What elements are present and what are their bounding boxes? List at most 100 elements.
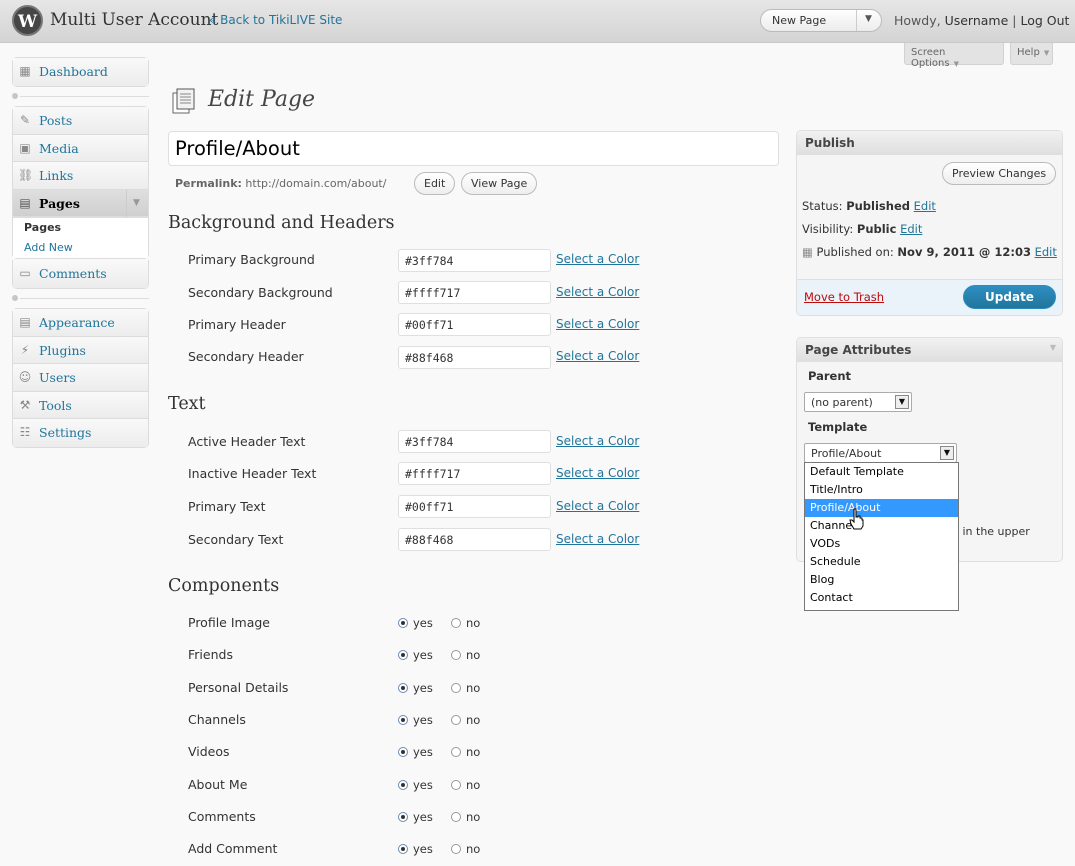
sidebar-item-posts[interactable]: ✎ Posts [13,107,148,135]
select-color-link[interactable]: Select a Color [556,466,639,480]
new-page-button[interactable]: New Page ▼ [760,9,882,32]
chevron-down-icon: ▼ [895,395,909,409]
yes-label[interactable]: yes [413,745,433,759]
color-input[interactable]: #00ff71 [398,313,551,336]
no-label[interactable]: no [466,778,480,792]
plugins-icon: ⚡ [20,342,30,357]
select-color-link[interactable]: Select a Color [556,499,639,513]
template-option[interactable]: Title/Intro [805,481,958,499]
yes-label[interactable]: yes [413,713,433,727]
yes-label[interactable]: yes [413,810,433,824]
help-button[interactable]: Help ▼ [1010,43,1053,65]
no-radio[interactable] [451,683,461,693]
template-option[interactable]: Contact [805,589,958,607]
color-input[interactable]: #88f468 [398,346,551,369]
no-label[interactable]: no [466,713,480,727]
sidebar-item-comments[interactable]: ▭ Comments [13,260,148,288]
yes-label[interactable]: yes [413,842,433,856]
no-radio[interactable] [451,844,461,854]
template-option[interactable]: Schedule [805,553,958,571]
sidebar-item-media[interactable]: ▣ Media [13,134,148,162]
no-radio[interactable] [451,747,461,757]
sidebar-item-pages[interactable]: ▤ Pages ▼ [13,189,148,217]
color-input[interactable]: #3ff784 [398,430,551,453]
sidebar-item-plugins[interactable]: ⚡ Plugins [13,336,148,364]
yes-label[interactable]: yes [413,681,433,695]
help-text: p in the upper [952,525,1030,538]
field-label: Secondary Header [188,349,304,364]
template-option[interactable]: Blog [805,571,958,589]
view-page-button[interactable]: View Page [461,172,538,195]
edit-date-link[interactable]: Edit [1035,245,1057,259]
template-select[interactable]: Profile/About ▼ [804,443,957,463]
select-color-link[interactable]: Select a Color [556,285,639,299]
yes-label[interactable]: yes [413,616,433,630]
no-radio[interactable] [451,618,461,628]
logout-link[interactable]: Log Out [1020,13,1069,28]
no-label[interactable]: no [466,810,480,824]
no-radio[interactable] [451,812,461,822]
edit-status-link[interactable]: Edit [914,199,936,213]
template-option[interactable]: Channels [805,517,958,535]
no-label[interactable]: no [466,681,480,695]
yes-radio[interactable] [398,780,408,790]
preview-changes-button[interactable]: Preview Changes [942,162,1057,185]
color-input[interactable]: #ffff717 [398,281,551,304]
no-radio[interactable] [451,780,461,790]
yes-radio[interactable] [398,650,408,660]
edit-visibility-link[interactable]: Edit [900,222,922,236]
select-color-link[interactable]: Select a Color [556,349,639,363]
no-radio[interactable] [451,715,461,725]
template-option[interactable]: Default Template [805,463,958,481]
color-input[interactable]: #3ff784 [398,249,551,272]
screen-options-button[interactable]: Screen Options ▼ [904,43,1004,69]
back-to-site-link[interactable]: « Back to TikiLIVE Site [209,13,342,27]
yes-radio[interactable] [398,618,408,628]
sidebar-item-users[interactable]: ☺ Users [13,364,148,392]
update-button[interactable]: Update [963,285,1056,309]
username-link[interactable]: Username [945,13,1009,28]
yes-label[interactable]: yes [413,648,433,662]
yes-radio[interactable] [398,715,408,725]
move-to-trash-link[interactable]: Move to Trash [804,290,884,304]
admin-header: W Multi User Account « Back to TikiLIVE … [0,0,1075,43]
sidebar-item-links[interactable]: ⛓ Links [13,162,148,190]
submenu-item-add-new[interactable]: Add New [13,238,148,258]
parent-select[interactable]: (no parent) ▼ [804,392,912,412]
no-radio[interactable] [451,650,461,660]
template-option[interactable]: VODs [805,535,958,553]
sidebar-item-settings[interactable]: ☷ Settings [13,419,148,447]
select-color-link[interactable]: Select a Color [556,252,639,266]
chevron-down-icon[interactable]: ▼ [1050,343,1056,352]
color-input[interactable]: #88f468 [398,528,551,551]
wordpress-logo-icon[interactable]: W [12,5,43,36]
sidebar-item-tools[interactable]: ⚒ Tools [13,391,148,419]
no-label[interactable]: no [466,616,480,630]
page-title-input[interactable]: Profile/About [168,131,779,166]
select-color-link[interactable]: Select a Color [556,434,639,448]
permalink-url[interactable]: http://domain.com/about/ [245,177,386,190]
yes-radio[interactable] [398,683,408,693]
yes-radio[interactable] [398,844,408,854]
select-color-link[interactable]: Select a Color [556,532,639,546]
submenu-item-pages[interactable]: Pages [13,218,148,238]
no-label[interactable]: no [466,648,480,662]
yes-radio[interactable] [398,747,408,757]
pages-submenu-toggle[interactable]: ▼ [126,189,148,217]
yes-radio[interactable] [398,812,408,822]
chevron-down-icon[interactable]: ▼ [865,14,872,24]
pages-icon: ▤ [19,195,31,210]
select-color-link[interactable]: Select a Color [556,317,639,331]
no-label[interactable]: no [466,745,480,759]
template-option[interactable]: Profile/About [805,499,958,517]
no-label[interactable]: no [466,842,480,856]
sidebar-item-appearance[interactable]: ▤ Appearance [13,309,148,337]
yes-label[interactable]: yes [413,778,433,792]
color-input[interactable]: #ffff717 [398,462,551,485]
component-label: Channels [188,712,246,727]
new-page-label: New Page [772,14,827,27]
edit-permalink-button[interactable]: Edit [414,172,456,195]
sidebar-item-dashboard[interactable]: ▦ Dashboard [13,58,148,86]
color-input[interactable]: #00ff71 [398,495,551,518]
component-label: Profile Image [188,615,270,630]
